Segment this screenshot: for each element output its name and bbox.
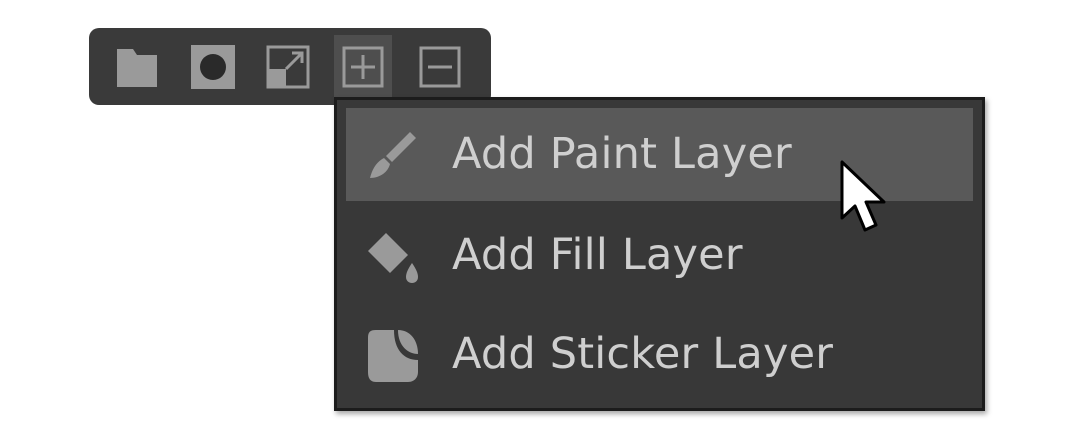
- expand-icon: [266, 45, 310, 89]
- circle-mask-icon: [191, 45, 235, 89]
- folder-icon: [117, 49, 157, 87]
- remove-layer-button[interactable]: [411, 35, 469, 99]
- layer-toolbar: [89, 28, 491, 105]
- menu-item-label: Add Sticker Layer: [452, 329, 834, 379]
- mask-button[interactable]: [184, 35, 242, 99]
- expand-button[interactable]: [259, 35, 317, 99]
- add-layer-button[interactable]: [334, 35, 392, 99]
- folder-button[interactable]: [108, 35, 166, 99]
- remove-layer-icon: [419, 46, 461, 88]
- add-layer-icon: [342, 46, 384, 88]
- paint-bucket-icon: [364, 227, 422, 285]
- menu-item-add-sticker-layer[interactable]: Add Sticker Layer: [346, 308, 973, 401]
- menu-item-label: Add Paint Layer: [452, 129, 792, 179]
- paintbrush-icon: [364, 126, 422, 184]
- add-layer-menu: Add Paint Layer Add Fill Layer Add Stick…: [334, 97, 985, 411]
- stage: Add Paint Layer Add Fill Layer Add Stick…: [0, 0, 1077, 445]
- sticker-icon: [364, 326, 422, 384]
- menu-item-label: Add Fill Layer: [452, 230, 743, 280]
- mouse-cursor-icon: [840, 160, 886, 232]
